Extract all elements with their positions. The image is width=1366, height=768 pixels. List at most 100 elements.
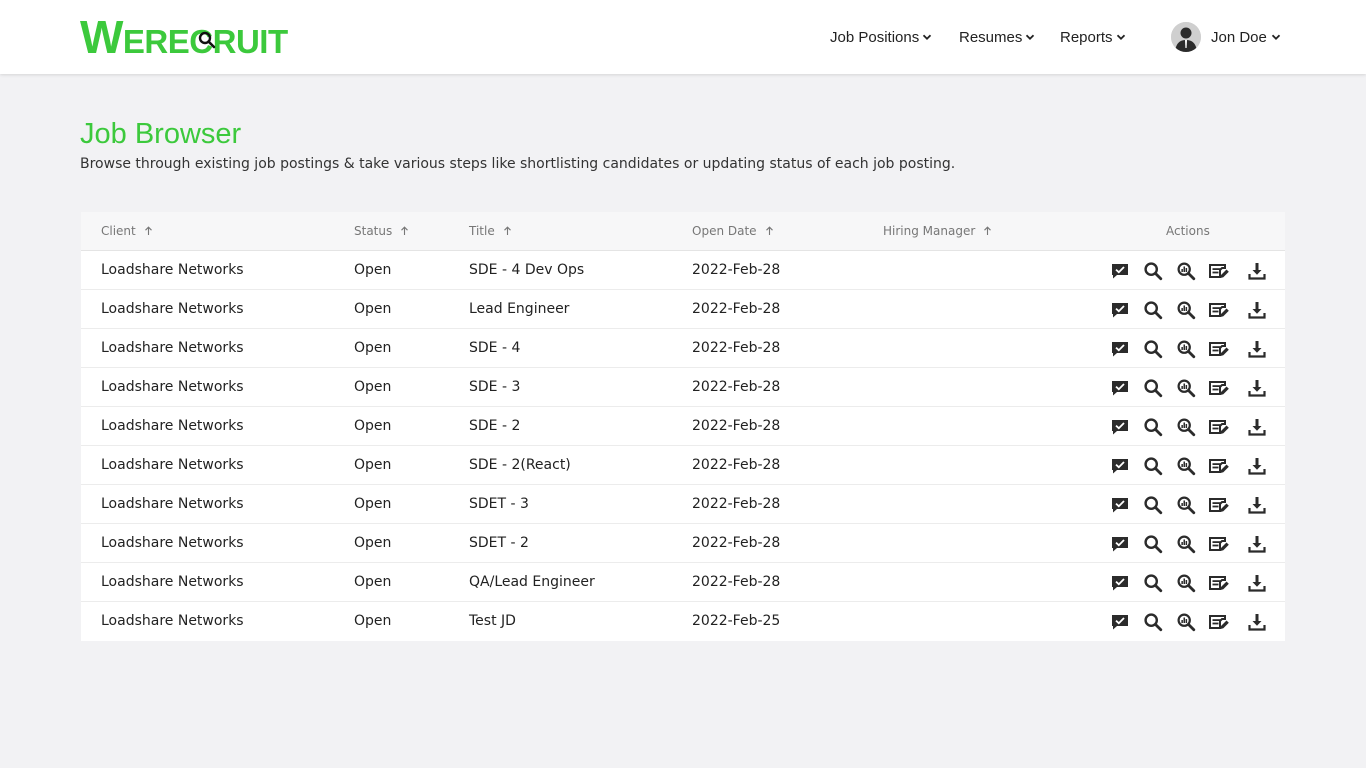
- comment-check-icon[interactable]: [1109, 416, 1131, 438]
- comment-check-icon[interactable]: [1109, 260, 1131, 282]
- comment-check-icon[interactable]: [1109, 572, 1131, 594]
- comment-check-icon[interactable]: [1109, 299, 1131, 321]
- header-status[interactable]: Status: [354, 224, 409, 238]
- table-row[interactable]: Loadshare Networks Open SDE - 2(React) 2022…: [81, 446, 1285, 485]
- cell-open-date: 2022-Feb-28: [692, 301, 781, 317]
- analytics-search-icon[interactable]: [1175, 377, 1197, 399]
- cell-title: SDE - 2(React): [469, 457, 571, 473]
- analytics-search-icon[interactable]: [1175, 299, 1197, 321]
- cell-client: Loadshare Networks: [101, 301, 244, 317]
- edit-note-icon[interactable]: [1208, 494, 1230, 516]
- search-icon[interactable]: [1142, 416, 1164, 438]
- comment-check-icon[interactable]: [1109, 377, 1131, 399]
- edit-note-icon[interactable]: [1208, 611, 1230, 633]
- cell-client: Loadshare Networks: [101, 613, 244, 629]
- download-icon[interactable]: [1246, 455, 1268, 477]
- edit-note-icon[interactable]: [1208, 338, 1230, 360]
- analytics-search-icon[interactable]: [1175, 611, 1197, 633]
- comment-check-icon[interactable]: [1109, 338, 1131, 360]
- download-icon[interactable]: [1246, 494, 1268, 516]
- header-open-date[interactable]: Open Date: [692, 224, 774, 238]
- edit-note-icon[interactable]: [1208, 572, 1230, 594]
- page-title: Job Browser: [80, 118, 242, 150]
- download-icon[interactable]: [1246, 416, 1268, 438]
- table-row[interactable]: Loadshare Networks Open SDE - 4 Dev Ops 202…: [81, 251, 1285, 290]
- edit-note-icon[interactable]: [1208, 260, 1230, 282]
- comment-check-icon[interactable]: [1109, 611, 1131, 633]
- table-row[interactable]: Loadshare Networks Open SDE - 4 2022-Feb-28: [81, 329, 1285, 368]
- chevron-down-icon: [1116, 34, 1125, 40]
- cell-open-date: 2022-Feb-28: [692, 262, 781, 278]
- cell-status: Open: [354, 574, 392, 590]
- search-icon[interactable]: [1142, 260, 1164, 282]
- download-icon[interactable]: [1246, 533, 1268, 555]
- cell-title: SDE - 3: [469, 379, 521, 395]
- download-icon[interactable]: [1246, 299, 1268, 321]
- search-icon[interactable]: [1142, 494, 1164, 516]
- table-row[interactable]: Loadshare Networks Open Lead Engineer 2022-…: [81, 290, 1285, 329]
- download-icon[interactable]: [1246, 572, 1268, 594]
- logo-wordmark: WERECRUIT: [80, 11, 288, 63]
- download-icon[interactable]: [1246, 611, 1268, 633]
- cell-client: Loadshare Networks: [101, 418, 244, 434]
- table-row[interactable]: Loadshare Networks Open SDE - 3 2022-Feb-28: [81, 368, 1285, 407]
- download-icon[interactable]: [1246, 260, 1268, 282]
- comment-check-icon[interactable]: [1109, 494, 1131, 516]
- table-header: Client Status Title Open Date Hiring Man…: [81, 212, 1285, 251]
- edit-note-icon[interactable]: [1208, 299, 1230, 321]
- download-icon[interactable]: [1246, 377, 1268, 399]
- nav-resumes-label: Resumes: [959, 28, 1023, 46]
- comment-check-icon[interactable]: [1109, 455, 1131, 477]
- search-icon[interactable]: [1142, 611, 1164, 633]
- table-row[interactable]: Loadshare Networks Open QA/Lead Engineer 20…: [81, 563, 1285, 602]
- edit-note-icon[interactable]: [1208, 455, 1230, 477]
- analytics-search-icon[interactable]: [1175, 416, 1197, 438]
- cell-title: SDE - 4 Dev Ops: [469, 262, 585, 278]
- search-icon[interactable]: [1142, 455, 1164, 477]
- sort-arrow-icon: [144, 226, 152, 235]
- download-icon[interactable]: [1246, 338, 1268, 360]
- cell-client: Loadshare Networks: [101, 535, 244, 551]
- cell-status: Open: [354, 457, 392, 473]
- header-hiring-manager[interactable]: Hiring Manager: [883, 224, 992, 238]
- sort-arrow-icon: [765, 226, 773, 235]
- cell-client: Loadshare Networks: [101, 496, 244, 512]
- nav-reports[interactable]: Reports: [1060, 26, 1126, 48]
- analytics-search-icon[interactable]: [1175, 455, 1197, 477]
- user-menu[interactable]: Jon Doe: [1171, 22, 1281, 52]
- edit-note-icon[interactable]: [1208, 416, 1230, 438]
- user-name: Jon Doe: [1211, 28, 1267, 46]
- header-actions-label: Actions: [1166, 224, 1210, 238]
- search-icon[interactable]: [1142, 533, 1164, 555]
- analytics-search-icon[interactable]: [1175, 260, 1197, 282]
- cell-status: Open: [354, 262, 392, 278]
- search-icon[interactable]: [1142, 572, 1164, 594]
- nav-resumes[interactable]: Resumes: [959, 26, 1035, 48]
- sort-arrow-icon: [401, 226, 409, 235]
- search-icon[interactable]: [1142, 299, 1164, 321]
- nav-job-positions[interactable]: Job Positions: [830, 26, 932, 48]
- search-icon[interactable]: [1142, 338, 1164, 360]
- werecruit-logo[interactable]: WERECRUIT: [80, 10, 288, 64]
- analytics-search-icon[interactable]: [1175, 338, 1197, 360]
- analytics-search-icon[interactable]: [1175, 572, 1197, 594]
- avatar: [1171, 22, 1201, 52]
- nav-job-positions-label: Job Positions: [830, 28, 920, 46]
- search-icon[interactable]: [1142, 377, 1164, 399]
- cell-status: Open: [354, 418, 392, 434]
- edit-note-icon[interactable]: [1208, 533, 1230, 555]
- header-status-label: Status: [354, 224, 393, 238]
- comment-check-icon[interactable]: [1109, 533, 1131, 555]
- header-client[interactable]: Client: [101, 224, 153, 238]
- analytics-search-icon[interactable]: [1175, 533, 1197, 555]
- analytics-search-icon[interactable]: [1175, 494, 1197, 516]
- table-row[interactable]: Loadshare Networks Open Test JD 2022-Feb-25: [81, 602, 1285, 641]
- table-row[interactable]: Loadshare Networks Open SDET - 2 2022-Feb-2…: [81, 524, 1285, 563]
- edit-note-icon[interactable]: [1208, 377, 1230, 399]
- table-row[interactable]: Loadshare Networks Open SDET - 3 2022-Feb-2…: [81, 485, 1285, 524]
- header-title[interactable]: Title: [469, 224, 512, 238]
- table-row[interactable]: Loadshare Networks Open SDE - 2 2022-Feb-28: [81, 407, 1285, 446]
- magnifier-logo-icon: [198, 31, 216, 49]
- cell-title: Lead Engineer: [469, 301, 570, 317]
- cell-open-date: 2022-Feb-28: [692, 340, 781, 356]
